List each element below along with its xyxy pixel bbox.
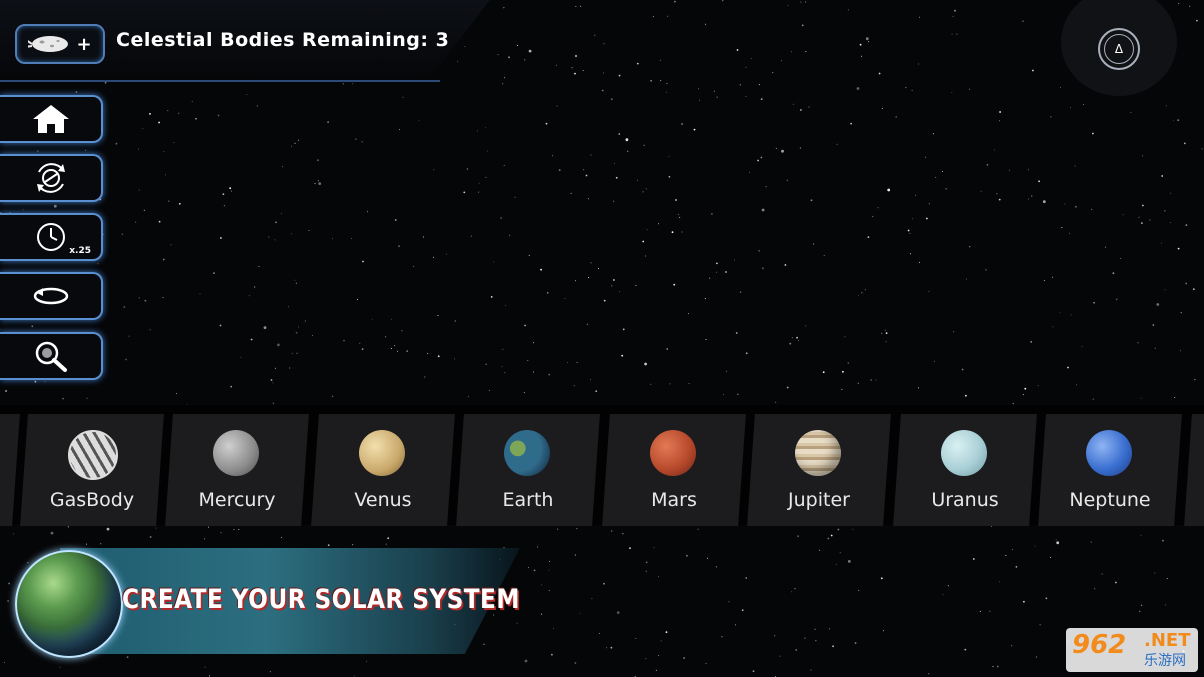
gasbody-icon (68, 430, 118, 480)
watermark-cn: 乐游网 (1144, 653, 1186, 669)
hud-divider (0, 80, 440, 82)
planet-card-venus[interactable]: Venus (311, 414, 455, 526)
planet-selector-strip: GasBody Mercury Venus Earth Mars Jupiter (0, 405, 1204, 526)
time-speed-button[interactable]: x.25 (0, 213, 103, 261)
planet-card-partial (1184, 414, 1204, 526)
add-celestial-body-button[interactable]: + (15, 24, 105, 64)
site-watermark: 962 .NET 乐游网 (1066, 628, 1198, 672)
planet-card-neptune[interactable]: Neptune (1038, 414, 1182, 526)
zoom-button[interactable] (0, 332, 103, 380)
neptune-icon (1086, 430, 1132, 476)
asteroid-icon (28, 36, 69, 52)
orbit-loop-icon (33, 287, 68, 305)
clock-icon (36, 223, 65, 251)
planet-label: Venus (354, 489, 412, 511)
earth-globe-icon (15, 550, 123, 658)
planet-card-gasbody[interactable]: GasBody (20, 414, 164, 526)
orbit-button[interactable] (0, 272, 103, 320)
compass-icon: Δ (1104, 34, 1134, 64)
mercury-icon (213, 430, 259, 476)
home-icon (32, 105, 69, 133)
planet-label: Uranus (931, 489, 999, 511)
magnifier-icon (35, 341, 67, 372)
earth-icon (504, 430, 550, 476)
speed-multiplier-label: x.25 (69, 246, 91, 256)
planet-card-uranus[interactable]: Uranus (893, 414, 1037, 526)
planet-label: Jupiter (788, 489, 850, 511)
home-button[interactable] (0, 95, 103, 143)
compass-ring: Δ (1098, 28, 1140, 70)
jupiter-icon (795, 430, 841, 476)
planet-card-earth[interactable]: Earth (456, 414, 600, 526)
planet-card-jupiter[interactable]: Jupiter (747, 414, 891, 526)
banner-title: CREATE YOUR SOLAR SYSTEM (122, 584, 520, 615)
planet-card-mars[interactable]: Mars (602, 414, 746, 526)
planet-label: Neptune (1069, 489, 1151, 511)
planet-card-partial (0, 414, 20, 526)
watermark-number: 962 (1072, 630, 1127, 660)
planet-label: Mars (651, 489, 697, 511)
uranus-icon (941, 430, 987, 476)
plus-icon: + (76, 33, 92, 55)
venus-icon (359, 430, 405, 476)
mars-icon (650, 430, 696, 476)
planet-card-mercury[interactable]: Mercury (165, 414, 309, 526)
rotate-view-button[interactable] (0, 154, 103, 202)
rotate-orbit-icon (36, 163, 65, 193)
planet-label: Mercury (198, 489, 276, 511)
bodies-remaining-counter: Celestial Bodies Remaining: 3 (116, 29, 450, 51)
planet-label: GasBody (49, 489, 135, 511)
watermark-suffix: .NET (1144, 630, 1191, 651)
planet-label: Earth (502, 489, 554, 511)
